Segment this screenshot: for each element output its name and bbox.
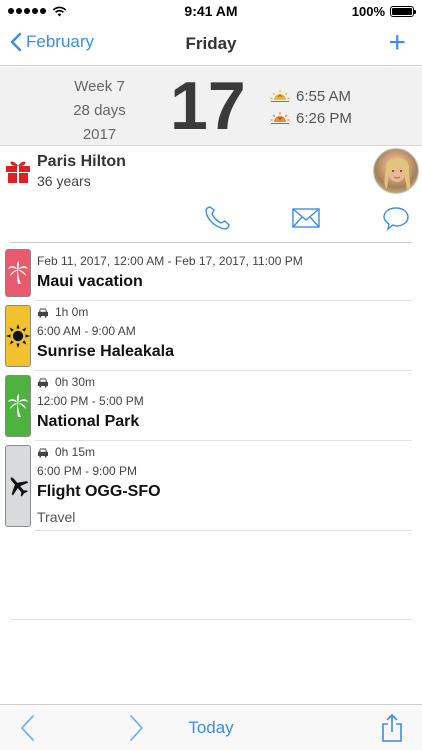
sunset-icon <box>270 112 290 124</box>
sun-icon <box>6 324 30 348</box>
travel-duration: 0h 15m <box>55 445 96 459</box>
event-color-bar <box>5 305 31 367</box>
car-icon <box>38 308 48 317</box>
palm-tree-icon <box>8 261 28 284</box>
event-title: Maui vacation <box>37 273 143 290</box>
event-color-bar <box>5 375 31 437</box>
back-button[interactable]: February <box>10 32 94 52</box>
event-color-bar <box>5 445 31 527</box>
week-number: Week 7 <box>74 78 125 95</box>
back-label: February <box>26 32 95 51</box>
status-bar: 9:41 AM 100% <box>0 0 422 22</box>
palm-tree-icon <box>8 394 28 417</box>
add-event-button[interactable]: + <box>388 26 406 60</box>
divider <box>35 530 412 531</box>
event-row[interactable]: Feb 11, 2017, 12:00 AM - Feb 17, 2017, 1… <box>0 248 422 301</box>
event-row[interactable]: 1h 0m 6:00 AM - 9:00 AM Sunrise Haleakal… <box>0 304 422 371</box>
event-time-range: 12:00 PM - 5:00 PM <box>37 394 144 408</box>
days-count: 28 days <box>73 102 126 119</box>
travel-duration: 0h 30m <box>55 375 96 389</box>
phone-icon[interactable] <box>203 205 233 231</box>
car-icon <box>38 378 48 387</box>
divider <box>10 619 412 620</box>
sunrise-time: 6:55 AM <box>296 87 352 105</box>
event-time-range: 6:00 AM - 9:00 AM <box>37 324 136 338</box>
contact-age: 36 years <box>37 173 91 189</box>
today-button[interactable]: Today <box>0 718 422 738</box>
divider <box>10 242 412 243</box>
event-row[interactable]: 0h 15m 6:00 PM - 9:00 PM Flight OGG-SFO … <box>0 444 422 531</box>
event-time-range: Feb 11, 2017, 12:00 AM - Feb 17, 2017, 1… <box>37 254 303 268</box>
event-color-bar <box>5 249 31 297</box>
status-time: 9:41 AM <box>184 3 238 19</box>
event-time-range: 6:00 PM - 9:00 PM <box>37 464 138 478</box>
car-icon <box>38 448 48 457</box>
event-title: Sunrise Haleakala <box>37 343 174 360</box>
airplane-icon <box>10 477 29 497</box>
day-number: 17 <box>170 68 246 144</box>
travel-time: 1h 0m <box>37 305 88 319</box>
sunset-time: 6:26 PM <box>296 109 352 127</box>
divider <box>35 370 412 371</box>
event-row[interactable]: 0h 30m 12:00 PM - 5:00 PM National Park <box>0 374 422 441</box>
sun-info: 6:55 AM 6:26 PM <box>270 85 352 129</box>
mail-icon[interactable] <box>291 205 321 231</box>
event-calendar-name: Travel <box>37 509 76 525</box>
gift-icon <box>6 161 30 183</box>
date-header: Week 7 28 days 2017 17 6:55 AM 6:26 PM <box>0 67 422 146</box>
bottom-toolbar: Today <box>0 704 422 750</box>
travel-time: 0h 15m <box>37 445 95 459</box>
divider <box>35 440 412 441</box>
sunrise-icon <box>270 90 290 102</box>
travel-time: 0h 30m <box>37 375 95 389</box>
travel-duration: 1h 0m <box>55 305 89 319</box>
message-icon[interactable] <box>381 205 411 231</box>
birthday-entry[interactable]: Paris Hilton 36 years <box>0 147 422 243</box>
divider <box>35 300 412 301</box>
avatar[interactable] <box>373 148 419 194</box>
chevron-left-icon <box>10 32 22 52</box>
year: 2017 <box>82 126 117 143</box>
nav-bar: February Friday + <box>0 22 422 66</box>
contact-name: Paris Hilton <box>37 153 126 170</box>
share-icon[interactable] <box>381 713 403 743</box>
week-info: Week 7 28 days 2017 <box>52 75 147 147</box>
battery-icon <box>390 5 416 17</box>
event-title: National Park <box>37 413 140 430</box>
event-title: Flight OGG-SFO <box>37 483 161 500</box>
